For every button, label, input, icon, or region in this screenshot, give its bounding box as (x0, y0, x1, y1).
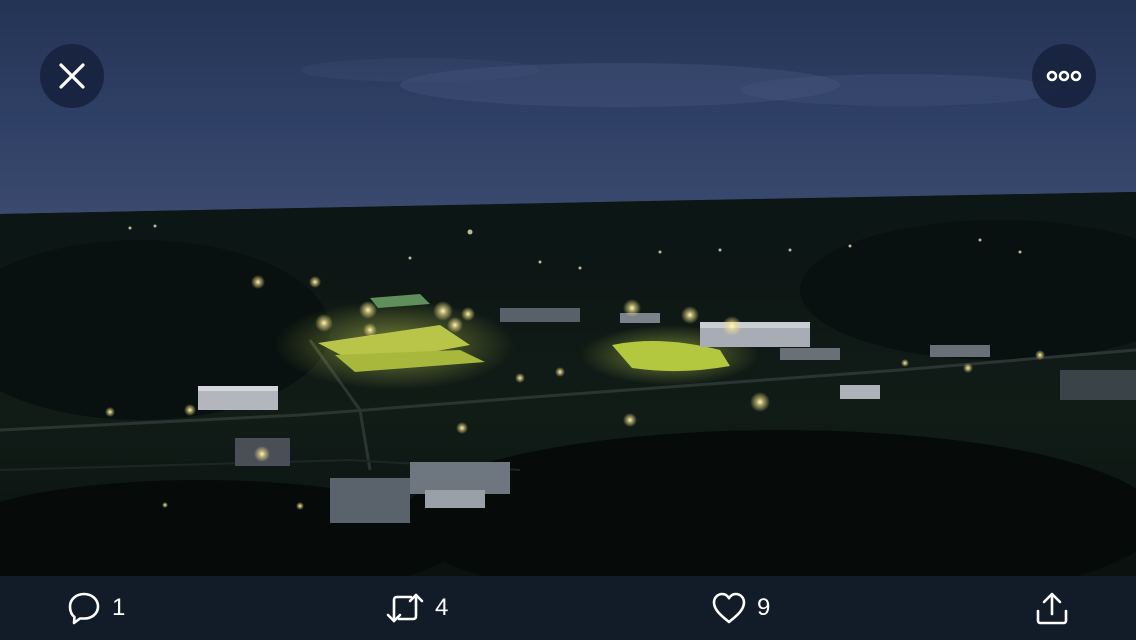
media-viewer: 1 4 9 (0, 0, 1136, 640)
like-count: 9 (757, 594, 771, 621)
more-horizontal-icon (1046, 70, 1082, 82)
close-icon (59, 63, 85, 89)
share-icon (1036, 592, 1068, 625)
reply-button[interactable]: 1 (66, 576, 125, 640)
retweet-count: 4 (435, 594, 449, 621)
retweet-icon (386, 593, 424, 623)
tweet-action-bar: 1 4 9 (0, 576, 1136, 640)
more-options-button[interactable] (1032, 44, 1096, 108)
reply-count: 1 (112, 594, 126, 621)
close-button[interactable] (40, 44, 104, 108)
heart-icon (712, 592, 746, 624)
like-button[interactable]: 9 (711, 576, 770, 640)
share-button[interactable] (1034, 576, 1070, 640)
aerial-night-photo (0, 0, 1136, 640)
reply-icon (68, 592, 100, 625)
retweet-button[interactable]: 4 (385, 576, 448, 640)
